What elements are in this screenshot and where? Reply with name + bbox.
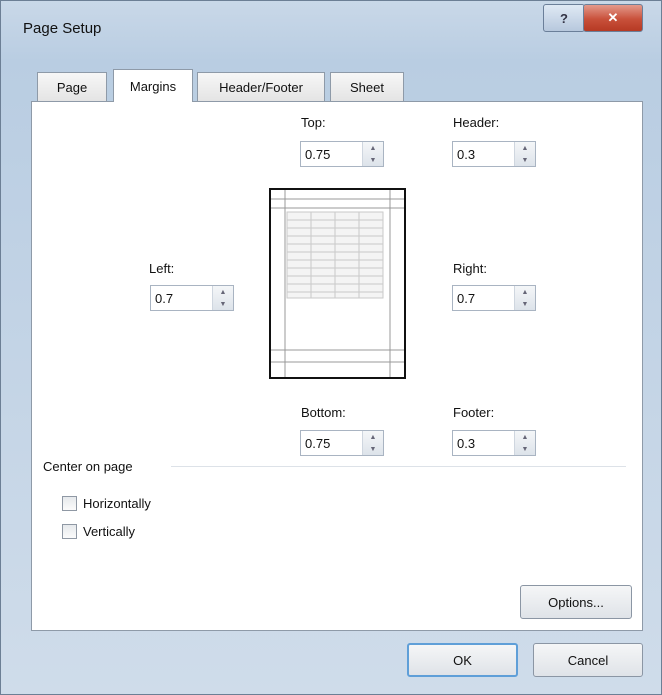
tab-page[interactable]: Page — [37, 72, 107, 101]
bottom-margin-spinner[interactable]: 0.75 ▲ ▼ — [300, 430, 384, 456]
footer-label: Footer: — [453, 405, 495, 420]
spin-down-icon[interactable]: ▼ — [363, 154, 383, 166]
footer-margin-value[interactable]: 0.3 — [457, 436, 475, 451]
tab-header-footer[interactable]: Header/Footer — [197, 72, 325, 101]
footer-margin-spinner[interactable]: 0.3 ▲ ▼ — [452, 430, 536, 456]
bottom-margin-value[interactable]: 0.75 — [305, 436, 330, 451]
vertically-label[interactable]: Vertically — [83, 524, 135, 539]
spin-down-icon[interactable]: ▼ — [515, 443, 535, 455]
spin-up-icon[interactable]: ▲ — [363, 431, 383, 443]
left-margin-spinner[interactable]: 0.7 ▲ ▼ — [150, 285, 234, 311]
group-divider — [171, 466, 626, 467]
spin-up-icon[interactable]: ▲ — [515, 286, 535, 298]
spin-down-icon[interactable]: ▼ — [213, 298, 233, 310]
right-margin-value[interactable]: 0.7 — [457, 291, 475, 306]
header-spin-buttons[interactable]: ▲ ▼ — [514, 142, 535, 166]
bottom-spin-buttons[interactable]: ▲ ▼ — [362, 431, 383, 455]
options-button[interactable]: Options... — [520, 585, 632, 619]
left-label: Left: — [149, 261, 175, 276]
spin-down-icon[interactable]: ▼ — [363, 443, 383, 455]
right-margin-spinner[interactable]: 0.7 ▲ ▼ — [452, 285, 536, 311]
page-preview — [269, 188, 406, 379]
page-setup-dialog: Page Setup ? ✕ Page Margins Header/Foote… — [0, 0, 662, 695]
spin-up-icon[interactable]: ▲ — [515, 431, 535, 443]
footer-spin-buttons[interactable]: ▲ ▼ — [514, 431, 535, 455]
spin-up-icon[interactable]: ▲ — [515, 142, 535, 154]
question-mark-icon: ? — [560, 10, 568, 26]
bottom-label: Bottom: — [301, 405, 346, 420]
horizontally-label[interactable]: Horizontally — [83, 496, 151, 511]
ok-button[interactable]: OK — [407, 643, 518, 677]
vertically-checkbox[interactable] — [62, 524, 77, 539]
top-margin-spinner[interactable]: 0.75 ▲ ▼ — [300, 141, 384, 167]
tab-sheet[interactable]: Sheet — [330, 72, 404, 101]
top-spin-buttons[interactable]: ▲ ▼ — [362, 142, 383, 166]
header-margin-value[interactable]: 0.3 — [457, 147, 475, 162]
horizontally-checkbox[interactable] — [62, 496, 77, 511]
header-label: Header: — [453, 115, 500, 130]
dialog-title: Page Setup — [23, 20, 102, 37]
center-on-page-title: Center on page — [43, 459, 133, 474]
top-label: Top: — [301, 115, 326, 130]
spin-up-icon[interactable]: ▲ — [213, 286, 233, 298]
title-bar: Page Setup ? ✕ — [1, 1, 661, 61]
page-preview-graphic — [271, 190, 404, 377]
spin-up-icon[interactable]: ▲ — [363, 142, 383, 154]
left-spin-buttons[interactable]: ▲ ▼ — [212, 286, 233, 310]
top-margin-value[interactable]: 0.75 — [305, 147, 330, 162]
right-label: Right: — [453, 261, 487, 276]
close-icon: ✕ — [607, 10, 619, 25]
cancel-button[interactable]: Cancel — [533, 643, 643, 677]
left-margin-value[interactable]: 0.7 — [155, 291, 173, 306]
help-button[interactable]: ? — [543, 4, 585, 32]
spin-down-icon[interactable]: ▼ — [515, 154, 535, 166]
right-spin-buttons[interactable]: ▲ ▼ — [514, 286, 535, 310]
header-margin-spinner[interactable]: 0.3 ▲ ▼ — [452, 141, 536, 167]
spin-down-icon[interactable]: ▼ — [515, 298, 535, 310]
close-button[interactable]: ✕ — [583, 4, 643, 32]
tab-margins[interactable]: Margins — [113, 69, 193, 102]
